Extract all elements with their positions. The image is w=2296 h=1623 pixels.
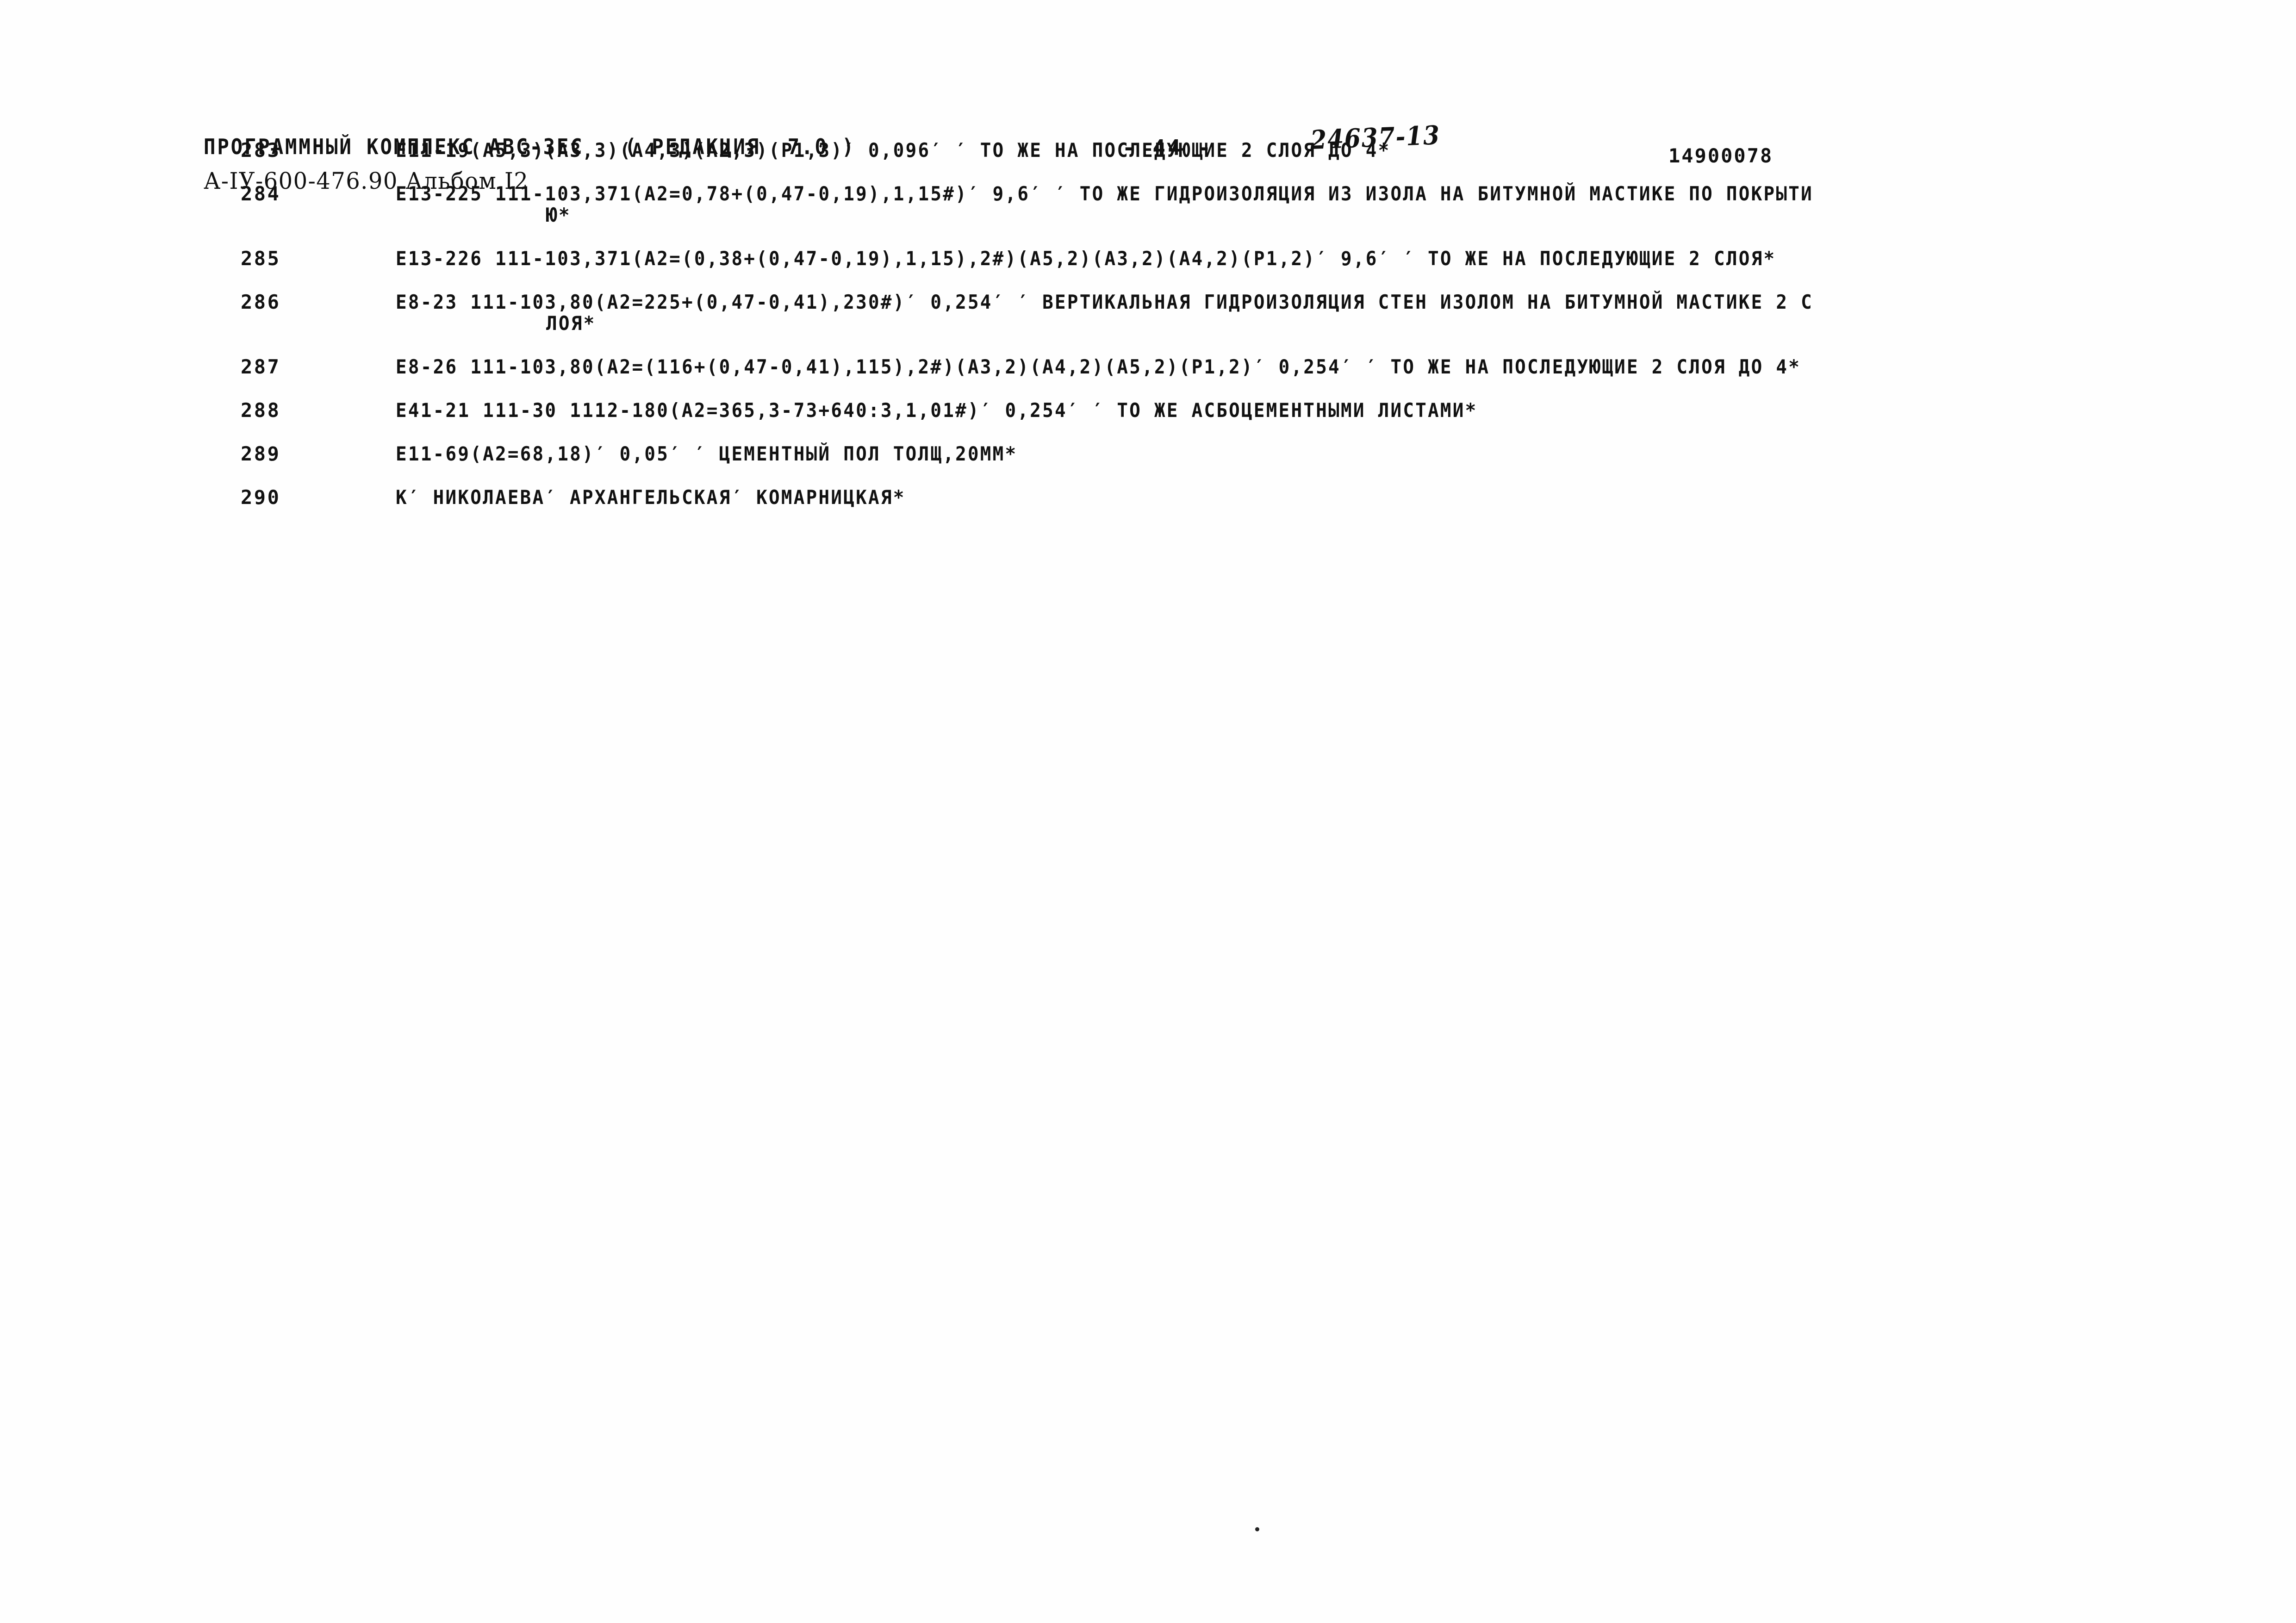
row-text: Е41-21 111-30 1112-180(А2=365,3-73+640:3…	[396, 399, 1478, 422]
row-number: 289	[241, 442, 281, 465]
row-text-continuation: Ю*	[546, 204, 571, 226]
listing-row: 285 Е13-226 111-103,371(А2=(0,38+(0,47-0…	[0, 247, 2296, 291]
row-text: Е11-19(А5,3)(А3,3)(А4,3)(А2,3)(Р1,3)′ 0,…	[396, 139, 1391, 162]
row-text: Е8-23 111-103,80(А2=225+(0,47-0,41),230#…	[396, 291, 1813, 313]
row-number: 284	[241, 182, 281, 205]
row-number: 290	[241, 486, 281, 509]
page-header: ПРОГРАММНЫЙ КОМПЛЕКС АВС-ЗЕС ( РЕДАКЦИЯ …	[0, 65, 2296, 194]
listing-row: 283 Е11-19(А5,3)(А3,3)(А4,3)(А2,3)(Р1,3)…	[0, 139, 2296, 182]
listing-row: 286 Е8-23 111-103,80(А2=225+(0,47-0,41),…	[0, 291, 2296, 355]
row-text-continuation: ЛОЯ*	[546, 312, 596, 335]
listing-row: 284 Е13-225 111-103,371(А2=0,78+(0,47-0,…	[0, 182, 2296, 247]
row-text: К′ НИКОЛАЕВА′ АРХАНГЕЛЬСКАЯ′ КОМАРНИЦКАЯ…	[396, 486, 906, 509]
row-number: 286	[241, 291, 281, 313]
listing-row: 288 Е41-21 111-30 1112-180(А2=365,3-73+6…	[0, 399, 2296, 442]
listing-row: 289 Е11-69(А2=68,18)′ 0,05′ ′ ЦЕМЕНТНЫЙ …	[0, 442, 2296, 486]
scanned-page: ПРОГРАММНЫЙ КОМПЛЕКС АВС-ЗЕС ( РЕДАКЦИЯ …	[0, 0, 2296, 1623]
row-text: Е13-226 111-103,371(А2=(0,38+(0,47-0,19)…	[396, 247, 1776, 270]
row-number: 285	[241, 247, 281, 270]
estimate-listing: 283 Е11-19(А5,3)(А3,3)(А4,3)(А2,3)(Р1,3)…	[0, 139, 2296, 529]
row-text: Е11-69(А2=68,18)′ 0,05′ ′ ЦЕМЕНТНЫЙ ПОЛ …	[396, 442, 1018, 465]
row-number: 288	[241, 399, 281, 422]
row-number: 287	[241, 355, 281, 378]
row-text: Е8-26 111-103,80(А2=(116+(0,47-0,41),115…	[396, 355, 1801, 378]
row-number: 283	[241, 139, 281, 162]
listing-row: 290 К′ НИКОЛАЕВА′ АРХАНГЕЛЬСКАЯ′ КОМАРНИ…	[0, 486, 2296, 529]
row-text: Е13-225 111-103,371(А2=0,78+(0,47-0,19),…	[396, 182, 1813, 205]
scan-artifact-dot	[1255, 1527, 1259, 1531]
listing-row: 287 Е8-26 111-103,80(А2=(116+(0,47-0,41)…	[0, 355, 2296, 399]
